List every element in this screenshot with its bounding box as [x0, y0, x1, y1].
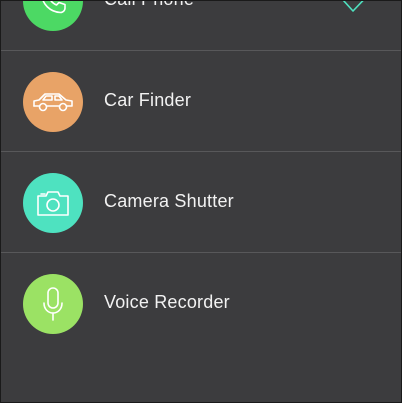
list-item-label: Call Phone: [104, 1, 194, 10]
phone-icon: [23, 1, 83, 31]
checkmark-icon: [341, 1, 377, 19]
list-item-camera-shutter[interactable]: Camera Shutter: [1, 152, 401, 253]
list-item-label: Car Finder: [104, 90, 192, 110]
list-item-label: Voice Recorder: [104, 292, 230, 312]
list-item-call-phone[interactable]: Call Phone: [1, 1, 401, 51]
list-item-voice-recorder[interactable]: Voice Recorder: [1, 253, 401, 354]
action-list: Call Phone Car Finder: [1, 1, 401, 354]
camera-icon: [23, 173, 83, 233]
list-item-label: Camera Shutter: [104, 191, 234, 211]
car-icon: [23, 72, 83, 132]
list-item-car-finder[interactable]: Car Finder: [1, 51, 401, 152]
microphone-icon: [23, 274, 83, 334]
app-frame: Call Phone Car Finder: [0, 0, 402, 403]
